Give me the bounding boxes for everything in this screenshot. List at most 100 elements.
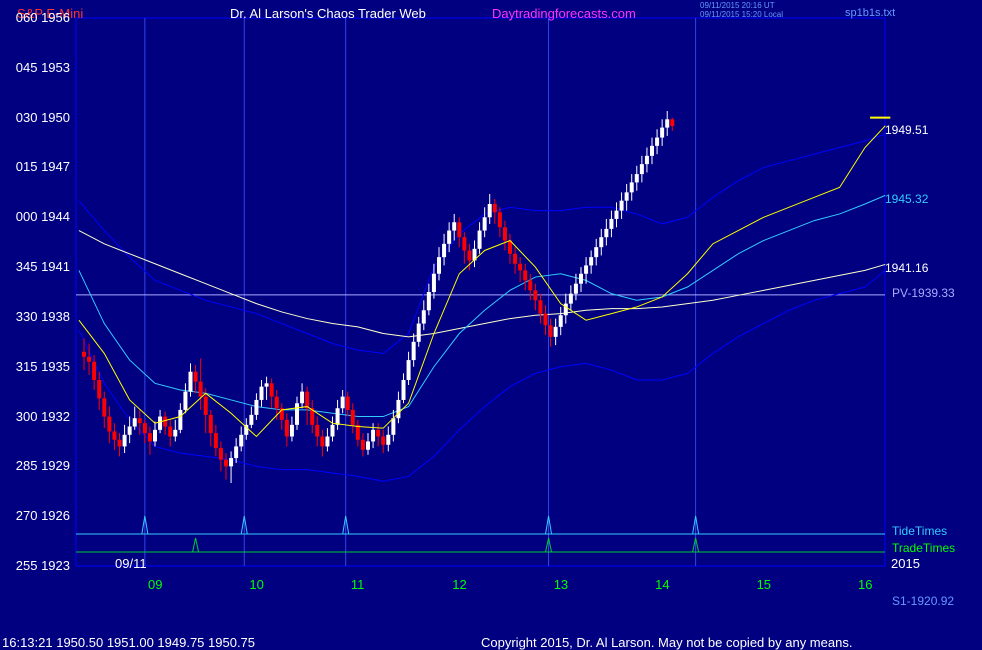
candle-body (447, 230, 452, 244)
candle-body (518, 263, 523, 271)
candle-body (487, 203, 492, 218)
candle-body (624, 192, 629, 201)
candle-body (82, 351, 86, 357)
candle-body (208, 414, 213, 434)
candle-body (274, 396, 279, 409)
trade-times-label: TradeTimes (892, 541, 956, 555)
candle-body (457, 222, 462, 238)
y-tick-label: 300 1932 (15, 408, 70, 424)
candle-body (305, 391, 310, 409)
candle-body (168, 426, 173, 437)
x-tick-label: 13 (553, 577, 569, 592)
candle-body (513, 253, 518, 264)
candle-body (381, 436, 386, 445)
candle-body (543, 313, 548, 326)
candle-body (269, 383, 274, 397)
y-tick-label: 270 1926 (15, 508, 70, 524)
candle-body (492, 203, 497, 213)
candle-body (609, 218, 614, 229)
candle-body (92, 361, 97, 381)
candle-body (411, 341, 416, 361)
candle-body (107, 416, 112, 432)
candle-body (340, 396, 345, 409)
candle-body (639, 164, 644, 175)
candle-body (198, 381, 203, 397)
candle-body (345, 396, 350, 410)
y-tick-label: 285 1929 (15, 458, 70, 474)
candle-body (188, 371, 193, 392)
candle-body (533, 290, 538, 301)
candle-body (264, 383, 269, 387)
candle-body (330, 424, 335, 437)
candle-body (224, 459, 228, 467)
candle-body (614, 210, 619, 219)
candle-body (87, 356, 92, 362)
tide-times-label: TideTimes (892, 524, 948, 538)
candle-body (183, 391, 188, 410)
candle-body (173, 429, 178, 437)
candle-body (416, 323, 421, 342)
site-link[interactable]: Daytradingforecasts.com (492, 7, 636, 21)
candle-body (350, 409, 355, 425)
x-tick-label: 11 (350, 577, 365, 592)
candle-body (421, 310, 426, 324)
candle-body (629, 182, 634, 193)
y-tick-label: 345 1941 (15, 259, 70, 275)
candle-body (127, 426, 132, 435)
right-value-label: 1945.32 (885, 192, 929, 207)
date-label: 09/11 (115, 556, 147, 571)
candle-body (153, 429, 157, 442)
candle-body (178, 409, 183, 430)
candle-body (254, 399, 259, 415)
candle-body (122, 434, 127, 447)
y-tick-label: 015 1947 (15, 159, 70, 175)
candle-body (462, 237, 467, 251)
candle-body (538, 300, 543, 314)
y-tick-label: 060 1956 (15, 10, 70, 25)
candle-body (203, 396, 208, 415)
candle-body (594, 247, 599, 258)
candle-body (371, 429, 376, 442)
candle-body (386, 434, 391, 445)
candle-body (218, 448, 223, 460)
trade-spike (192, 537, 200, 553)
candle-body (137, 418, 142, 424)
candle-body (289, 424, 294, 437)
candle-body (482, 217, 487, 231)
candle-body (619, 200, 624, 211)
candle-body (604, 228, 609, 238)
candle-body (599, 237, 604, 248)
candle-body (213, 433, 218, 449)
candle-body (163, 416, 168, 427)
lower-band-line (78, 270, 886, 482)
candle-body (406, 360, 411, 381)
candle-body (117, 439, 122, 447)
candle-body (391, 418, 396, 435)
right-value-label: 1941.16 (885, 261, 929, 276)
candle-body (589, 257, 594, 266)
candle-body (234, 446, 239, 459)
candle-body (665, 119, 670, 128)
candle-body (132, 418, 137, 427)
candle-body (634, 174, 639, 183)
right-value-label: 1949.51 (885, 122, 929, 137)
y-tick-label: 330 1938 (15, 308, 70, 324)
candle-body (284, 419, 289, 437)
candle-body (573, 283, 578, 294)
candle-body (650, 145, 654, 156)
y-tick-label: 000 1944 (15, 209, 70, 225)
candle-body (396, 399, 401, 419)
candle-body (452, 222, 457, 231)
candle-body (644, 155, 649, 165)
pv-label: PV-1939.33 (892, 286, 955, 300)
candle-body (548, 325, 553, 337)
candle-body (376, 429, 381, 437)
candle-body (335, 408, 340, 425)
candle-body (437, 257, 441, 274)
upper-band-line (78, 133, 886, 354)
x-tick-label: 12 (452, 577, 467, 592)
s1-label: S1-1920.92 (892, 594, 955, 608)
plot-frame (75, 17, 886, 567)
year-label: 2015 (891, 556, 920, 571)
candle-body (325, 436, 330, 447)
